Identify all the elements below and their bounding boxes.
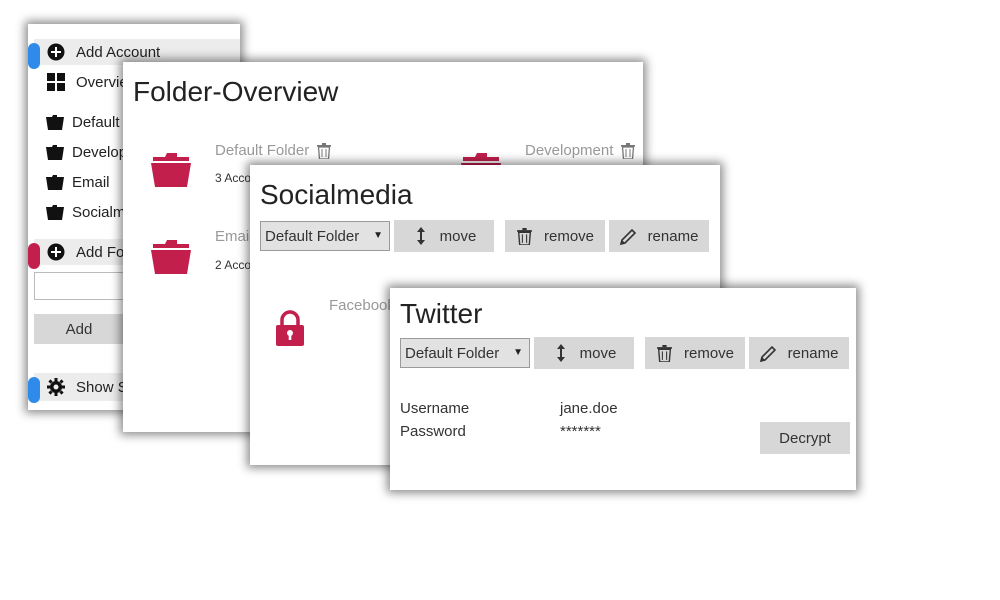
- pencil-icon: [620, 227, 638, 245]
- username-value: jane.doe: [560, 400, 618, 417]
- rename-label: rename: [647, 227, 699, 245]
- trash-icon: [516, 227, 534, 245]
- twitter-panel: Twitter Default Folder ▼ move remove ren…: [390, 288, 856, 490]
- accent-bar: [28, 377, 40, 403]
- accent-bar: [28, 243, 40, 269]
- caret-down-icon: ▼: [373, 230, 383, 241]
- move-button[interactable]: move: [534, 337, 634, 369]
- folder-title: Development: [525, 142, 614, 159]
- trash-icon: [656, 344, 674, 362]
- plus-circle-icon: [46, 42, 66, 62]
- folder-select-value: Default Folder: [265, 227, 360, 245]
- rename-button[interactable]: rename: [749, 337, 849, 369]
- account-card-facebook[interactable]: Facebook: [329, 297, 395, 314]
- folder-icon: [46, 144, 64, 161]
- remove-button[interactable]: remove: [645, 337, 745, 369]
- folder-card-email[interactable]: Email: [215, 228, 253, 245]
- remove-button[interactable]: remove: [505, 220, 605, 252]
- folder-icon: [151, 153, 191, 187]
- add-account-label: Add Account: [76, 43, 161, 61]
- move-icon: [412, 227, 430, 245]
- folder-select[interactable]: Default Folder ▼: [260, 221, 390, 251]
- sidebar-folder-label: Email: [72, 174, 110, 191]
- accent-bar: [28, 43, 40, 69]
- rename-button[interactable]: rename: [609, 220, 709, 252]
- remove-label: remove: [683, 344, 735, 362]
- plus-circle-icon: [46, 242, 66, 262]
- lock-icon: [276, 310, 304, 346]
- account-title: Facebook: [329, 297, 395, 314]
- folder-title: Socialmedia: [260, 179, 413, 210]
- pencil-icon: [760, 344, 778, 362]
- trash-icon[interactable]: [621, 142, 636, 159]
- password-label: Password: [400, 423, 466, 440]
- sidebar-folder-email[interactable]: Email: [46, 174, 110, 191]
- folder-title: Email: [215, 228, 253, 245]
- remove-label: remove: [543, 227, 595, 245]
- folder-select-value: Default Folder: [405, 344, 500, 362]
- decrypt-button[interactable]: Decrypt: [760, 422, 850, 454]
- folder-select[interactable]: Default Folder ▼: [400, 338, 530, 368]
- move-label: move: [579, 344, 617, 362]
- password-value: *******: [560, 423, 601, 440]
- caret-down-icon: ▼: [513, 347, 523, 358]
- folder-icon: [46, 174, 64, 191]
- account-title: Twitter: [400, 298, 483, 329]
- trash-icon[interactable]: [317, 142, 332, 159]
- page-title: Folder-Overview: [133, 76, 339, 107]
- folder-title: Default Folder: [215, 142, 310, 159]
- rename-label: rename: [787, 344, 839, 362]
- folder-card-default[interactable]: Default Folder: [215, 142, 332, 159]
- add-button[interactable]: Add: [34, 314, 124, 344]
- username-label: Username: [400, 400, 470, 417]
- move-button[interactable]: move: [394, 220, 494, 252]
- move-label: move: [439, 227, 477, 245]
- grid-icon: [46, 72, 66, 92]
- folder-icon: [46, 114, 64, 131]
- move-icon: [552, 344, 570, 362]
- folder-card-development[interactable]: Development: [525, 142, 636, 159]
- folder-icon: [151, 240, 191, 274]
- folder-icon: [46, 204, 64, 221]
- gear-icon: [46, 377, 66, 397]
